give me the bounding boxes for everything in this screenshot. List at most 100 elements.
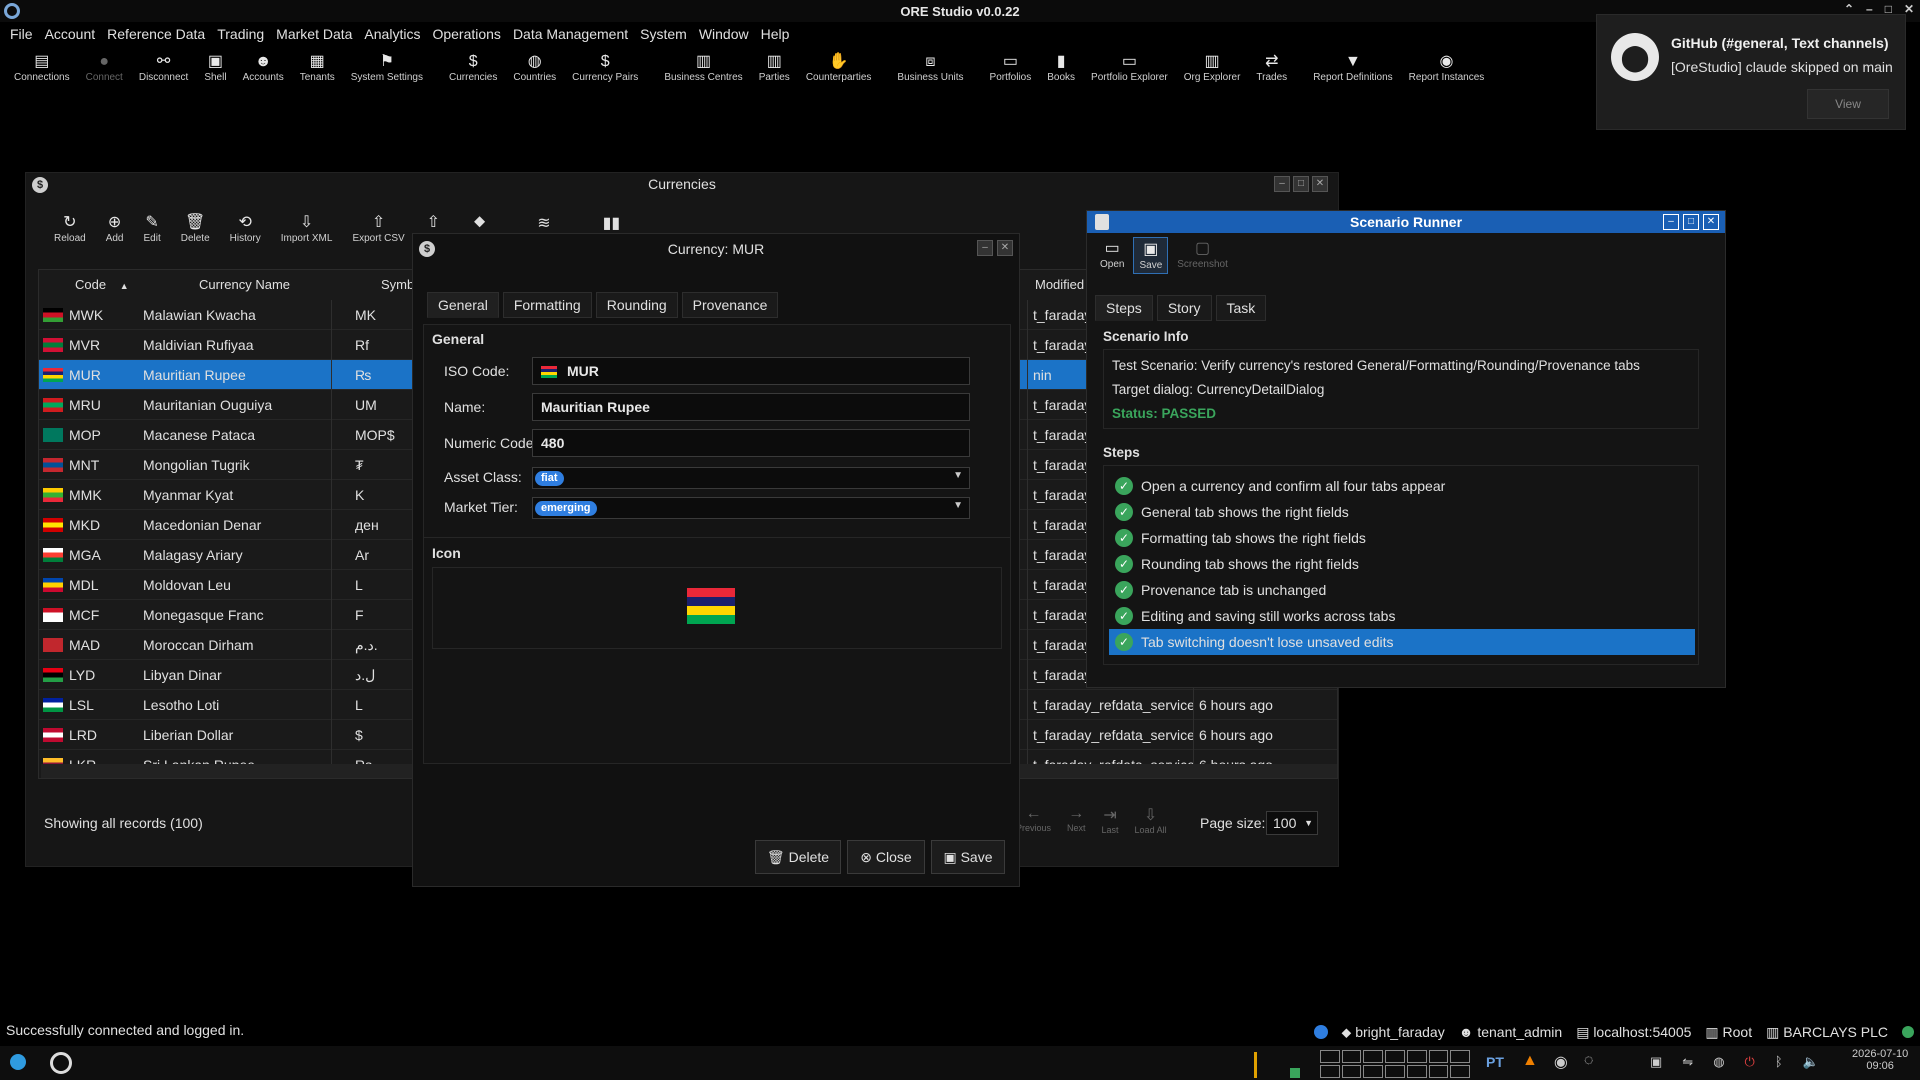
edit-button[interactable]: ✎ Edit: [134, 213, 171, 244]
menu-analytics[interactable]: Analytics: [358, 24, 426, 46]
workspace-pager[interactable]: [1320, 1050, 1470, 1078]
toolbar-currencies-button[interactable]: $ Currencies: [443, 52, 503, 92]
toolbar-portfolios-button[interactable]: ▭ Portfolios: [984, 52, 1038, 92]
previous-button[interactable]: ← Previous: [1016, 805, 1051, 835]
next-button[interactable]: → Next: [1067, 805, 1086, 835]
view-button[interactable]: View: [1807, 89, 1889, 119]
column-header-name[interactable]: Currency Name: [199, 270, 399, 300]
toolbar-countries-button[interactable]: ◍ Countries: [507, 52, 562, 92]
chart-icon[interactable]: ▮▮: [603, 213, 621, 233]
toolbar-business-units-button[interactable]: ⧈ Business Units: [891, 52, 969, 92]
menu-market-data[interactable]: Market Data: [270, 24, 358, 46]
menu-system[interactable]: System: [634, 24, 693, 46]
menu-help[interactable]: Help: [755, 24, 796, 46]
steam-icon[interactable]: ◍: [1713, 1054, 1724, 1070]
cell-code: MWK: [69, 307, 104, 323]
toolbar-report-instances-button[interactable]: ◉ Report Instances: [1403, 52, 1491, 92]
toolbar-disconnect-button[interactable]: ⚯ Disconnect: [133, 52, 194, 92]
step-item[interactable]: ✓ Open a currency and confirm all four ta…: [1109, 473, 1695, 499]
toolbar-portfolio-explorer-button[interactable]: ▭ Portfolio Explorer: [1085, 52, 1174, 92]
step-item[interactable]: ✓ Rounding tab shows the right fields: [1109, 551, 1695, 577]
toolbar-connections-button[interactable]: ▤ Connections: [8, 52, 76, 92]
volume-icon[interactable]: 🔈: [1803, 1054, 1819, 1070]
market-tier-select[interactable]: emerging ▼: [532, 497, 970, 519]
delete-button[interactable]: 🗑 Delete: [171, 213, 220, 244]
menu-trading[interactable]: Trading: [211, 24, 270, 46]
asset-class-select[interactable]: fiat ▼: [532, 467, 970, 489]
toolbar-shell-button[interactable]: ▣ Shell: [198, 52, 232, 92]
tab-task[interactable]: Task: [1215, 295, 1267, 321]
toolbar-counterparties-button[interactable]: ✋ Counterparties: [800, 52, 878, 92]
maximize-button[interactable]: □: [1683, 214, 1699, 230]
start-menu-icon[interactable]: [10, 1054, 26, 1070]
close-button[interactable]: ✕: [1312, 176, 1328, 192]
close-dialog-button[interactable]: ⊗ Close: [847, 840, 925, 874]
screenshot-button[interactable]: ▢ Screenshot: [1172, 237, 1233, 274]
minimize-button[interactable]: –: [977, 240, 993, 256]
menu-account[interactable]: Account: [39, 24, 102, 46]
reload-button[interactable]: ↻ Reload: [44, 213, 96, 244]
load-all-button[interactable]: ⇩ Load All: [1135, 805, 1167, 835]
toolbar-business-centres-button[interactable]: ▥ Business Centres: [658, 52, 748, 92]
mnt-flag-icon: [43, 458, 63, 472]
power-icon[interactable]: ⏻: [1745, 1054, 1755, 1070]
toolbar-report-definitions-button[interactable]: ▼ Report Definitions: [1307, 52, 1398, 92]
import-xml-button[interactable]: ⇩ Import XML: [271, 213, 343, 244]
tab-rounding[interactable]: Rounding: [595, 292, 678, 318]
menu-window[interactable]: Window: [693, 24, 755, 46]
page-size-select[interactable]: 100 ▼: [1266, 811, 1318, 835]
step-item[interactable]: ✓ Provenance tab is unchanged: [1109, 577, 1695, 603]
close-button[interactable]: ✕: [997, 240, 1013, 256]
export-csv-button[interactable]: ⇧ Export CSV: [342, 213, 414, 244]
toolbar-books-button[interactable]: ▮ Books: [1041, 52, 1081, 92]
ore-studio-tray-icon[interactable]: ◌: [1584, 1052, 1594, 1072]
toolbar-currency-pairs-button[interactable]: $ Currency Pairs: [566, 52, 644, 92]
step-item[interactable]: ✓ Editing and saving still works across t…: [1109, 603, 1695, 629]
tag-icon[interactable]: ⬥: [474, 213, 485, 233]
tab-story[interactable]: Story: [1156, 295, 1212, 321]
toolbar-tenants-button[interactable]: ▦ Tenants: [294, 52, 341, 92]
close-button[interactable]: ✕: [1703, 214, 1719, 230]
delete-button[interactable]: 🗑 Delete: [755, 840, 841, 874]
clock[interactable]: 2026-07-10 09:06: [1852, 1048, 1908, 1072]
tab-provenance[interactable]: Provenance: [681, 292, 779, 318]
open-button[interactable]: ▭ Open: [1095, 237, 1129, 274]
iso-code-field[interactable]: MUR: [532, 357, 970, 385]
vlc-icon[interactable]: ▲: [1522, 1052, 1538, 1072]
toolbar-connect-button[interactable]: ● Connect: [80, 52, 129, 92]
step-item[interactable]: ✓ Formatting tab shows the right fields: [1109, 525, 1695, 551]
name-field[interactable]: Mauritian Rupee: [532, 393, 970, 421]
toolbar-parties-button[interactable]: ▥ Parties: [753, 52, 796, 92]
bluetooth-icon[interactable]: ᛒ: [1775, 1054, 1783, 1070]
tab-general[interactable]: General: [427, 292, 499, 318]
minimize-button[interactable]: –: [1274, 176, 1290, 192]
ore-studio-task-icon[interactable]: [50, 1052, 72, 1074]
lock-icon[interactable]: ▣: [1650, 1054, 1662, 1070]
tab-steps[interactable]: Steps: [1095, 295, 1153, 321]
save-button[interactable]: ▣ Save: [931, 840, 1005, 874]
menu-reference-data[interactable]: Reference Data: [101, 24, 211, 46]
maximize-button[interactable]: □: [1293, 176, 1309, 192]
step-item[interactable]: ✓ Tab switching doesn't lose unsaved edit…: [1109, 629, 1695, 655]
step-item[interactable]: ✓ General tab shows the right fields: [1109, 499, 1695, 525]
history-button[interactable]: ⟲ History: [220, 213, 271, 244]
discord-icon[interactable]: ◉: [1554, 1052, 1568, 1072]
layers-icon[interactable]: ≋: [537, 213, 550, 233]
shell-icon: ▣: [207, 53, 223, 70]
numeric-code-field[interactable]: 480: [532, 429, 970, 457]
toolbar-accounts-button[interactable]: ☻ Accounts: [237, 52, 290, 92]
menu-file[interactable]: File: [4, 24, 39, 46]
last-button[interactable]: ⇥ Last: [1102, 805, 1119, 835]
network-icon[interactable]: ⇋: [1682, 1054, 1693, 1070]
toolbar-trades-button[interactable]: ⇄ Trades: [1250, 52, 1293, 92]
menu-data-management[interactable]: Data Management: [507, 24, 634, 46]
keyboard-layout[interactable]: PT: [1486, 1054, 1504, 1070]
column-header-code[interactable]: Code ▲: [75, 270, 145, 300]
save-button[interactable]: ▣ Save: [1133, 237, 1169, 274]
add-button[interactable]: ⊕ Add: [96, 213, 134, 244]
menu-operations[interactable]: Operations: [426, 24, 506, 46]
toolbar-system-settings-button[interactable]: ⚑ System Settings: [345, 52, 429, 92]
toolbar-org-explorer-button[interactable]: ▥ Org Explorer: [1178, 52, 1247, 92]
minimize-button[interactable]: –: [1663, 214, 1679, 230]
tab-formatting[interactable]: Formatting: [502, 292, 592, 318]
